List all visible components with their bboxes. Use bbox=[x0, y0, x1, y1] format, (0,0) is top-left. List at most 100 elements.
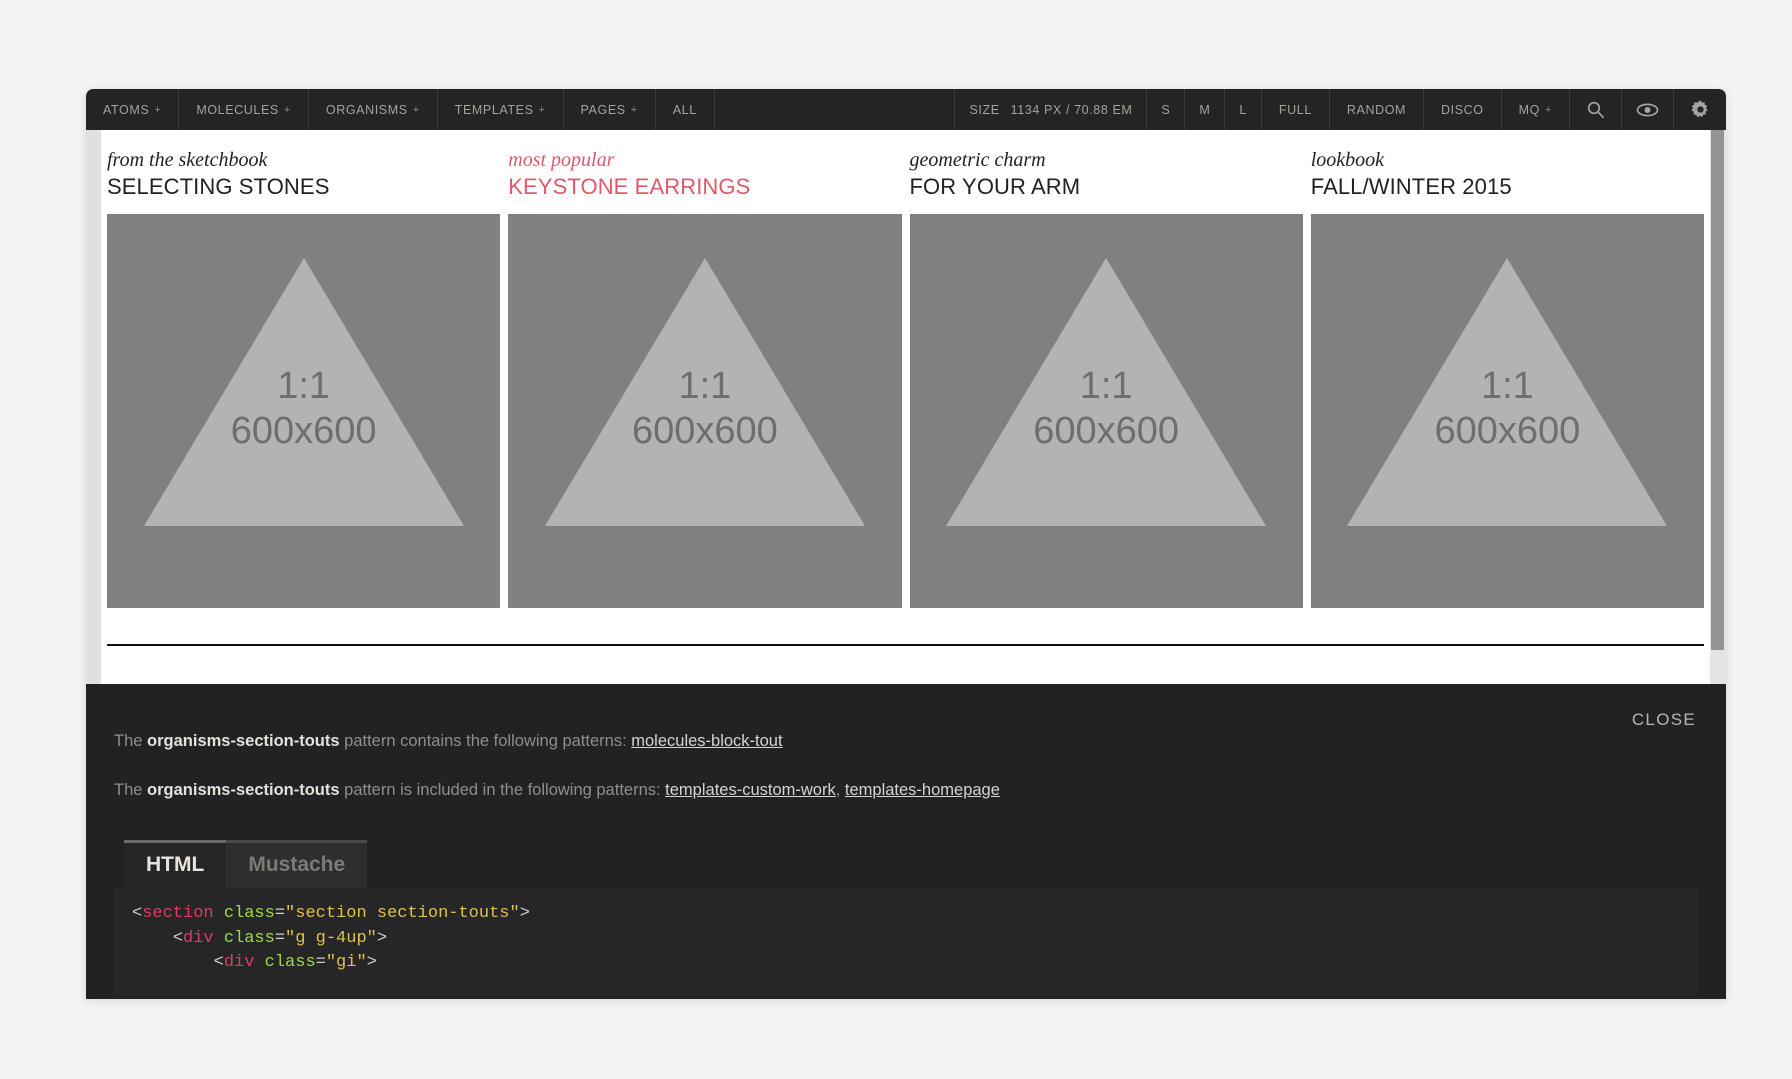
close-button[interactable]: CLOSE bbox=[1632, 710, 1696, 730]
scrollbar-thumb[interactable] bbox=[1711, 130, 1724, 650]
tout-placeholder-image: 1:1600x600 bbox=[107, 214, 500, 607]
lineage-contains-prefix: The bbox=[114, 732, 147, 750]
lineage-included-prefix: The bbox=[114, 781, 147, 799]
placeholder-ratio: 1:1 bbox=[910, 364, 1303, 409]
placeholder-dimensions: 600x600 bbox=[508, 409, 901, 454]
lineage-contains-links: molecules-block-tout bbox=[631, 732, 782, 750]
plus-icon: + bbox=[284, 104, 291, 116]
code-token-str: "section section-touts" bbox=[285, 904, 520, 923]
toolbar-size-full[interactable]: FULL bbox=[1262, 89, 1330, 130]
toolbar-size-disco[interactable]: DISCO bbox=[1424, 89, 1502, 130]
tout-placeholder-image: 1:1600x600 bbox=[508, 214, 901, 607]
plus-icon: + bbox=[1545, 104, 1552, 116]
code-token-tag: div bbox=[224, 953, 255, 972]
toolbar-item-atoms[interactable]: ATOMS + bbox=[86, 89, 179, 130]
lineage-link[interactable]: templates-custom-work bbox=[665, 781, 836, 799]
lineage-link[interactable]: templates-homepage bbox=[845, 781, 1000, 799]
section-trailing-space bbox=[101, 646, 1710, 684]
lineage-contains-pattern: organisms-section-touts bbox=[147, 732, 340, 750]
plus-icon: + bbox=[413, 104, 420, 116]
tout-eyebrow: most popular bbox=[508, 148, 901, 173]
placeholder-ratio: 1:1 bbox=[1311, 364, 1704, 409]
lineage-contains: The organisms-section-touts pattern cont… bbox=[114, 730, 1698, 753]
placeholder-caption: 1:1600x600 bbox=[1311, 364, 1704, 454]
pattern-lab-window: ATOMS+MOLECULES+ORGANISMS+TEMPLATES+PAGE… bbox=[86, 89, 1726, 999]
toolbar-item-pages[interactable]: PAGES + bbox=[564, 89, 656, 130]
toolbar-item-label: PAGES bbox=[581, 103, 626, 117]
lineage-separator: , bbox=[836, 781, 845, 799]
code-token-eq: = bbox=[316, 953, 326, 972]
toolbar-item-label: ORGANISMS bbox=[326, 103, 408, 117]
toolbar-item-label: MOLECULES bbox=[196, 103, 279, 117]
toolbar-item-organisms[interactable]: ORGANISMS + bbox=[309, 89, 438, 130]
plus-icon: + bbox=[631, 104, 638, 116]
tout-item[interactable]: lookbookFALL/WINTER 20151:1600x600 bbox=[1307, 148, 1708, 608]
code-token-punc: < bbox=[132, 904, 142, 923]
placeholder-ratio: 1:1 bbox=[508, 364, 901, 409]
placeholder-dimensions: 600x600 bbox=[107, 409, 500, 454]
plus-icon: + bbox=[154, 104, 161, 116]
lineage-link[interactable]: molecules-block-tout bbox=[631, 732, 782, 750]
tout-eyebrow: geometric charm bbox=[910, 148, 1303, 173]
code-token-attr: class bbox=[224, 929, 275, 948]
code-token-punc: > bbox=[377, 929, 387, 948]
tout-item[interactable]: from the sketchbookSELECTING STONES 1:160… bbox=[103, 148, 504, 608]
tout-title: KEYSTONE EARRINGS bbox=[508, 174, 901, 200]
code-block[interactable]: <section class="section section-touts"> … bbox=[114, 888, 1698, 998]
viewport-scrollbar[interactable] bbox=[1710, 130, 1726, 684]
placeholder-ratio: 1:1 bbox=[107, 364, 500, 409]
tout-eyebrow: from the sketchbook bbox=[107, 148, 500, 173]
toolbar-item-all[interactable]: ALL bbox=[656, 89, 715, 130]
code-line: <section class="section section-touts"> bbox=[132, 902, 1698, 927]
code-token-tag: section bbox=[142, 904, 213, 923]
toolbar-size-buttons: SMLFULLRANDOMDISCO bbox=[1147, 89, 1501, 130]
plus-icon: + bbox=[539, 104, 546, 116]
code-token-punc: > bbox=[520, 904, 530, 923]
toolbar-size-m[interactable]: M bbox=[1185, 89, 1225, 130]
lineage-contains-middle: pattern contains the following patterns: bbox=[340, 732, 632, 750]
eye-icon[interactable] bbox=[1622, 89, 1674, 130]
toolbar-item-molecules[interactable]: MOLECULES + bbox=[179, 89, 309, 130]
gear-icon[interactable] bbox=[1674, 89, 1726, 130]
toolbar-nav: ATOMS+MOLECULES+ORGANISMS+TEMPLATES+PAGE… bbox=[86, 89, 715, 130]
toolbar-item-label: ATOMS bbox=[103, 103, 149, 117]
placeholder-caption: 1:1600x600 bbox=[508, 364, 901, 454]
placeholder-caption: 1:1600x600 bbox=[107, 364, 500, 454]
viewport-left-gutter[interactable] bbox=[86, 130, 101, 684]
tout-title: SELECTING STONES bbox=[107, 174, 500, 200]
tout-placeholder-image: 1:1600x600 bbox=[1311, 214, 1704, 607]
tout-item[interactable]: most popularKEYSTONE EARRINGS 1:1600x600 bbox=[504, 148, 905, 608]
lineage-included-links: templates-custom-work, templates-homepag… bbox=[665, 781, 1000, 799]
pattern-viewport: from the sketchbookSELECTING STONES1:160… bbox=[86, 130, 1726, 684]
tout-item[interactable]: geometric charmFOR YOUR ARM 1:1600x600 bbox=[906, 148, 1307, 608]
pattern-iframe: from the sketchbookSELECTING STONES1:160… bbox=[101, 130, 1710, 684]
section-touts: from the sketchbookSELECTING STONES1:160… bbox=[101, 130, 1710, 684]
toolbar-item-label: TEMPLATES bbox=[455, 103, 534, 117]
viewport-size-display: SIZE 1134 PX / 70.88 EM bbox=[955, 89, 1147, 130]
search-icon[interactable] bbox=[1570, 89, 1622, 130]
toolbar-size-s[interactable]: S bbox=[1147, 89, 1185, 130]
code-token-str: "g g-4up" bbox=[285, 929, 377, 948]
code-token-punc bbox=[214, 904, 224, 923]
lineage-included-middle: pattern is included in the following pat… bbox=[340, 781, 666, 799]
code-tabs: HTMLMustache bbox=[114, 840, 1698, 888]
toolbar-spacer bbox=[715, 89, 956, 130]
toolbar-size-random[interactable]: RANDOM bbox=[1330, 89, 1424, 130]
code-token-punc bbox=[254, 953, 264, 972]
code-token-eq: = bbox=[275, 904, 285, 923]
touts-grid: from the sketchbookSELECTING STONES1:160… bbox=[101, 148, 1710, 608]
toolbar-item-templates[interactable]: TEMPLATES + bbox=[438, 89, 564, 130]
pattern-info-panel: CLOSE The organisms-section-touts patter… bbox=[86, 684, 1726, 999]
code-token-punc: < bbox=[214, 953, 224, 972]
toolbar-item-mq-label: MQ bbox=[1519, 103, 1540, 117]
tab-html[interactable]: HTML bbox=[124, 840, 226, 888]
tout-title: FOR YOUR ARM bbox=[910, 174, 1303, 200]
code-token-tag: div bbox=[183, 929, 214, 948]
code-line: <div class="g g-4up"> bbox=[132, 927, 1698, 952]
toolbar-size-l[interactable]: L bbox=[1225, 89, 1262, 130]
toolbar-item-mq[interactable]: MQ + bbox=[1502, 89, 1570, 130]
placeholder-dimensions: 600x600 bbox=[910, 409, 1303, 454]
code-token-punc: > bbox=[367, 953, 377, 972]
tab-mustache[interactable]: Mustache bbox=[226, 840, 367, 888]
placeholder-caption: 1:1600x600 bbox=[910, 364, 1303, 454]
